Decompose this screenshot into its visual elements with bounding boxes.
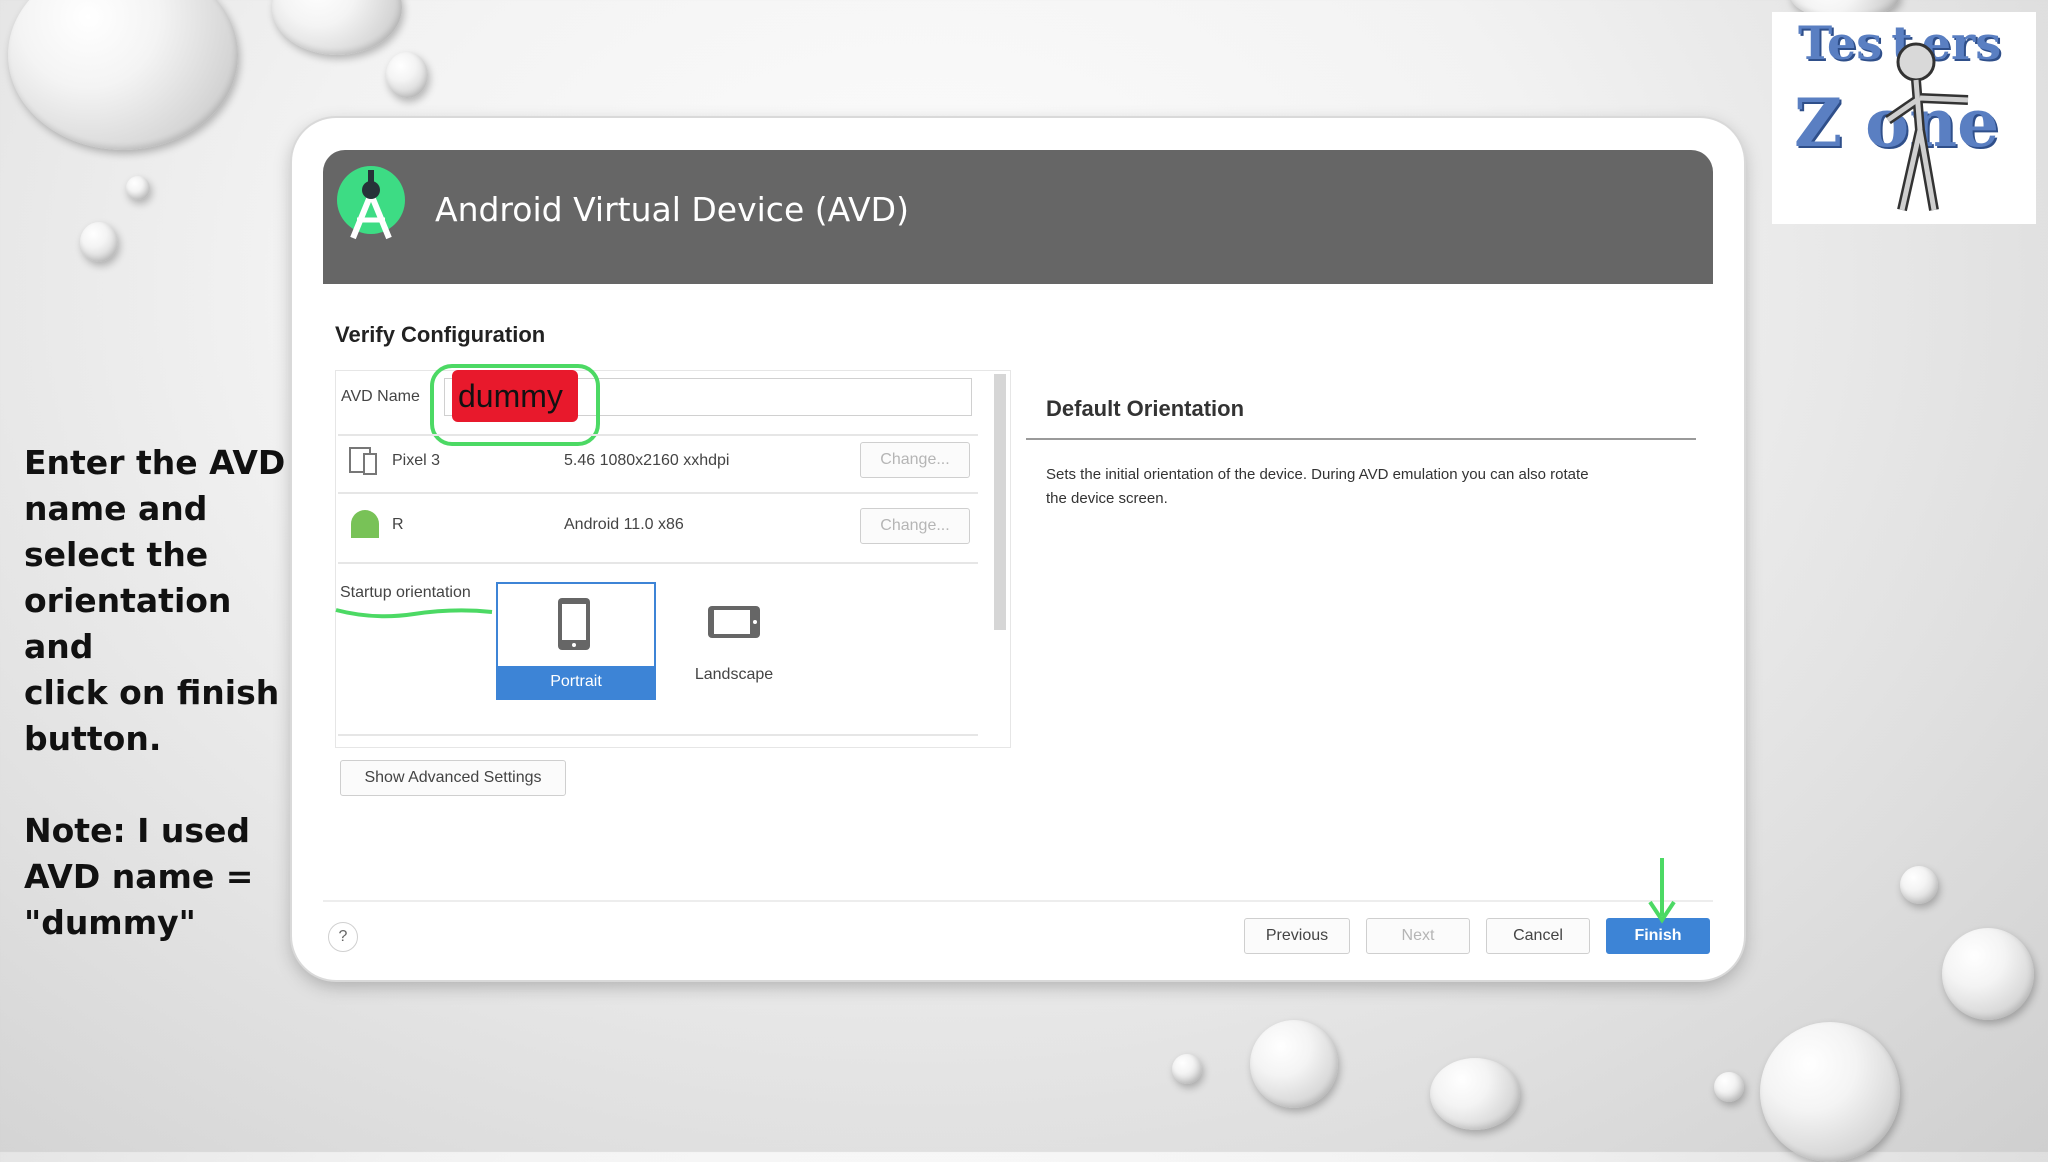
water-drop <box>80 222 118 262</box>
portrait-option[interactable]: Portrait <box>496 582 656 700</box>
mascot-icon <box>1885 42 1969 212</box>
water-drop <box>126 176 150 200</box>
change-device-button[interactable]: Change... <box>860 442 970 478</box>
android-icon <box>351 510 379 538</box>
previous-button[interactable]: Previous <box>1244 918 1350 954</box>
instruction-line: click on finish <box>24 673 280 712</box>
testers-zone-logo: Tes t ers Z one <box>1772 12 2036 224</box>
water-drop <box>386 52 428 98</box>
config-scrollbar[interactable] <box>994 374 1006 630</box>
water-drop <box>1172 1054 1202 1084</box>
divider <box>338 492 978 494</box>
portrait-label: Portrait <box>498 666 654 698</box>
portrait-phone-icon <box>558 598 590 650</box>
startup-orientation-label: Startup orientation <box>340 584 471 601</box>
device-spec: 5.46 1080x2160 xxhdpi <box>564 452 730 469</box>
help-text-line: the device screen. <box>1046 490 1168 507</box>
divider <box>338 734 978 736</box>
landscape-phone-icon <box>708 606 760 638</box>
change-system-image-button[interactable]: Change... <box>860 508 970 544</box>
section-title: Verify Configuration <box>335 322 546 347</box>
water-drop <box>1942 928 2034 1020</box>
landscape-option[interactable]: Landscape <box>660 582 808 696</box>
water-drop <box>1900 866 1938 904</box>
device-name: Pixel 3 <box>392 452 441 469</box>
instruction-line: Enter the AVD <box>24 443 286 482</box>
help-icon: ? <box>338 928 348 945</box>
water-drop <box>8 0 238 150</box>
system-image-name: R <box>392 516 404 533</box>
help-text-line: Sets the initial orientation of the devi… <box>1046 466 1589 483</box>
help-button[interactable]: ? <box>328 922 358 952</box>
instruction-line: orientation and <box>24 581 232 666</box>
orientation-annotation-underline <box>335 608 493 619</box>
help-heading: Default Orientation <box>1046 396 1245 421</box>
footer-divider <box>323 900 1713 902</box>
note-line: "dummy" <box>24 903 196 942</box>
water-drop <box>1430 1058 1520 1130</box>
instruction-line: name and <box>24 489 208 528</box>
note-line: Note: I used <box>24 811 251 850</box>
cancel-button[interactable]: Cancel <box>1486 918 1590 954</box>
show-advanced-settings-button[interactable]: Show Advanced Settings <box>340 760 566 796</box>
window-header: Android Virtual Device (AVD) <box>323 150 1713 284</box>
system-image-spec: Android 11.0 x86 <box>564 516 684 533</box>
window-title: Android Virtual Device (AVD) <box>435 190 909 229</box>
device-icon <box>349 447 377 475</box>
landscape-label: Landscape <box>694 666 774 683</box>
note-line: AVD name = <box>24 857 254 896</box>
water-drop <box>272 0 402 55</box>
finish-arrow-annotation <box>1648 858 1676 924</box>
next-button[interactable]: Next <box>1366 918 1470 954</box>
instruction-line: button. <box>24 719 162 758</box>
instruction-text: Enter the AVD name and select the orient… <box>24 440 294 946</box>
android-studio-icon <box>337 166 405 240</box>
water-drop <box>1760 1022 1900 1162</box>
divider <box>338 434 978 436</box>
instruction-line: select the <box>24 535 209 574</box>
water-drop <box>1250 1020 1338 1108</box>
help-divider <box>1026 438 1696 440</box>
avd-name-label: AVD Name <box>341 388 420 405</box>
water-drop <box>1714 1072 1744 1102</box>
divider <box>338 562 978 564</box>
